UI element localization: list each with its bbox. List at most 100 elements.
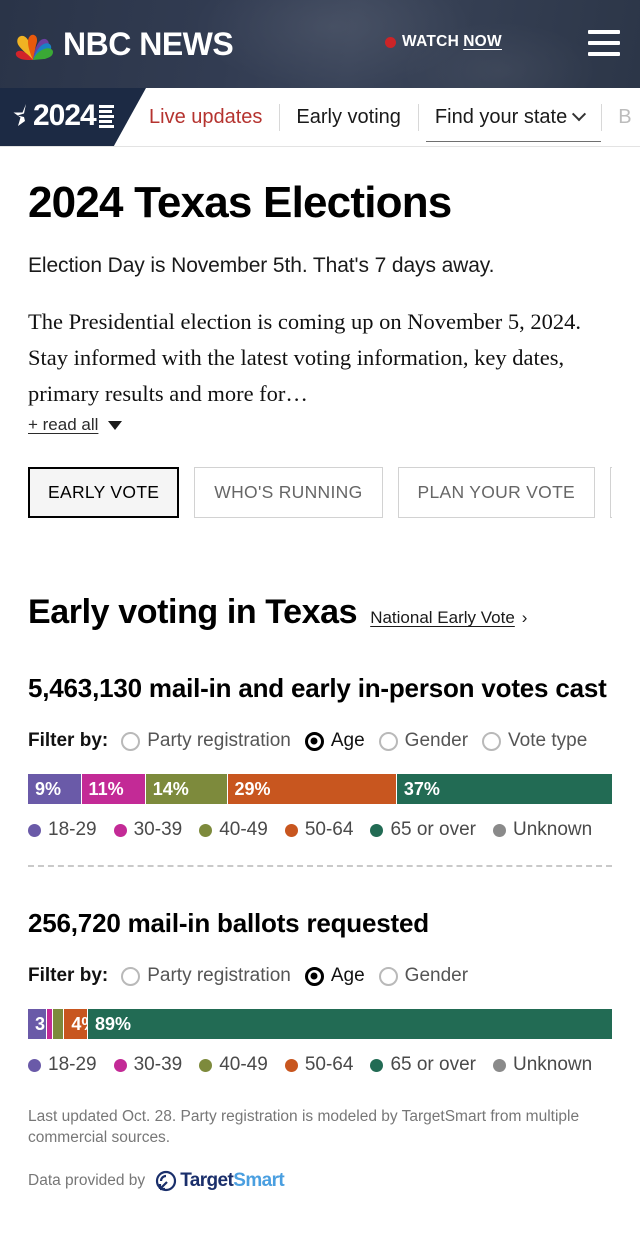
chip-plan-your-vote[interactable]: PLAN YOUR VOTE xyxy=(397,467,596,519)
bar-segment-18-29[interactable]: 9% xyxy=(28,774,81,805)
radio-icon xyxy=(378,731,398,751)
radio-age[interactable]: Age xyxy=(304,730,365,752)
year-label: 2024 xyxy=(33,99,97,132)
nav-item-label: Find your state xyxy=(434,105,568,128)
legend-dot-icon xyxy=(199,1058,213,1072)
nav-item-live-updates[interactable]: Live updates xyxy=(132,88,279,146)
legend-label: Unknown xyxy=(512,819,593,841)
ballots-requested-number: 256,720 xyxy=(28,908,121,939)
bar-segment-50-64[interactable]: 4% xyxy=(63,1009,87,1040)
legend-dot-icon xyxy=(284,1058,298,1072)
bar-segment-18-29[interactable]: 3 xyxy=(28,1009,46,1040)
hamburger-menu-icon[interactable] xyxy=(588,30,620,56)
radio-party-registration[interactable]: Party registration xyxy=(121,730,291,752)
legend-label: 30-39 xyxy=(133,1054,183,1076)
bar-segment-label: 37% xyxy=(403,778,440,799)
legend-item-unknown[interactable]: Unknown xyxy=(492,819,593,841)
bar-segment-50-64[interactable]: 29% xyxy=(226,774,396,805)
caret-down-icon xyxy=(108,420,123,430)
chip-whos-running[interactable]: WHO'S RUNNING xyxy=(194,467,383,519)
legend-votes-cast: 18-29 30-39 40-49 50-64 65 or over Unknown xyxy=(28,819,612,841)
filter-by-label: Filter by: xyxy=(28,730,109,752)
legend-label: 50-64 xyxy=(304,1054,354,1076)
legend-item-50-64[interactable]: 50-64 xyxy=(284,819,354,841)
nbc-news-logo[interactable]: NBC NEWS xyxy=(14,26,234,63)
now-link[interactable]: NOW xyxy=(463,33,502,50)
bar-segment-40-49[interactable]: 14% xyxy=(144,774,227,805)
legend-item-40-49[interactable]: 40-49 xyxy=(199,819,268,841)
stacked-bar-votes-cast: 9% 11% 14% 29% 37% xyxy=(28,774,612,805)
legend-item-unknown[interactable]: Unknown xyxy=(492,1054,592,1076)
page-title: 2024 Texas Elections xyxy=(28,178,452,227)
hamburger-line xyxy=(588,30,620,34)
chevron-right-icon: › xyxy=(521,608,528,628)
legend-label: 65 or over xyxy=(390,1054,476,1076)
radio-vote-type[interactable]: Vote type xyxy=(482,730,587,752)
targetsmart-logo[interactable]: TargetSmart xyxy=(155,1170,285,1192)
legend-dot-icon xyxy=(492,1058,506,1072)
election-day-countdown: Election Day is November 5th. That's 7 d… xyxy=(28,254,495,278)
bar-segment-65-or-over[interactable]: 89% xyxy=(86,1009,612,1040)
nbc-news-header: NBC NEWS WATCH NOW xyxy=(0,0,640,88)
legend-item-18-29[interactable]: 18-29 xyxy=(28,1054,97,1076)
legend-item-50-64[interactable]: 50-64 xyxy=(284,1054,354,1076)
radio-icon xyxy=(482,731,502,751)
watch-now-button[interactable]: WATCH NOW xyxy=(385,33,502,51)
nav-item-list: Live updates Early voting Find your stat… xyxy=(132,88,640,146)
legend-item-40-49[interactable]: 40-49 xyxy=(199,1054,268,1076)
legend-label: 65 or over xyxy=(390,819,476,841)
national-early-vote-link[interactable]: National Early Vote xyxy=(370,608,515,628)
legend-item-30-39[interactable]: 30-39 xyxy=(113,819,183,841)
flag-stripes-icon xyxy=(98,105,114,128)
legend-label: 30-39 xyxy=(133,819,183,841)
chip-early-vote[interactable]: EARLY VOTE xyxy=(28,467,180,519)
nbc-peacock-icon xyxy=(15,34,53,60)
radio-gender[interactable]: Gender xyxy=(378,730,468,752)
legend-item-18-29[interactable]: 18-29 xyxy=(28,819,97,841)
chip-label: EARLY VOTE xyxy=(48,482,160,503)
bar-segment-label: 4% xyxy=(71,1013,87,1034)
chip-current-results[interactable]: CURR xyxy=(610,467,612,519)
bar-segment-30-39[interactable]: 11% xyxy=(80,774,145,805)
votes-cast-stat: 5,463,130 mail-in and early in-person vo… xyxy=(28,673,612,704)
legend-dot-icon xyxy=(199,823,213,837)
legend-dot-icon xyxy=(113,823,127,837)
legend-item-30-39[interactable]: 30-39 xyxy=(113,1054,183,1076)
nav-item-early-voting[interactable]: Early voting xyxy=(279,88,418,146)
stacked-bar-ballots-requested: 3 4% 89% xyxy=(28,1009,612,1040)
nav-item-overflow[interactable]: B xyxy=(601,88,640,146)
radio-icon-selected xyxy=(304,966,324,986)
data-source-note: Last updated Oct. 28. Party registration… xyxy=(28,1108,580,1147)
intro-paragraph: The Presidential election is coming up o… xyxy=(28,309,582,407)
radio-label: Party registration xyxy=(147,730,291,752)
decision-2024-badge[interactable]: 2024 xyxy=(0,88,146,146)
votes-cast-number: 5,463,130 xyxy=(28,673,142,704)
ballots-requested-text: mail-in ballots requested xyxy=(127,908,429,939)
bar-segment-40-49[interactable] xyxy=(51,1009,64,1040)
radio-label: Age xyxy=(330,965,365,987)
bar-segment-label: 11% xyxy=(88,778,124,799)
radio-label: Age xyxy=(330,730,365,752)
radio-label: Gender xyxy=(404,965,469,987)
watch-now-label: WATCH NOW xyxy=(402,33,502,51)
radio-icon xyxy=(378,966,398,986)
filter-row-votes-cast: Filter by: Party registration Age Gender… xyxy=(28,730,612,752)
nav-item-label: Live updates xyxy=(149,105,263,128)
legend-label: 50-64 xyxy=(304,819,354,841)
radio-icon xyxy=(121,966,141,986)
live-indicator-dot xyxy=(385,36,396,48)
legend-item-65-or-over[interactable]: 65 or over xyxy=(370,819,476,841)
bar-segment-label: 14% xyxy=(152,778,189,799)
bar-segment-65-or-over[interactable]: 37% xyxy=(395,774,612,805)
read-all-toggle[interactable]: + read all xyxy=(28,415,612,435)
radio-party-registration[interactable]: Party registration xyxy=(121,965,291,987)
nav-item-find-your-state[interactable]: Find your state xyxy=(417,88,602,146)
chip-label: WHO'S RUNNING xyxy=(214,482,363,503)
radio-icon xyxy=(121,731,141,751)
radio-age[interactable]: Age xyxy=(304,965,365,987)
legend-item-65-or-over[interactable]: 65 or over xyxy=(370,1054,476,1076)
bar-segment-label: 3 xyxy=(35,1013,46,1034)
radio-gender[interactable]: Gender xyxy=(378,965,469,987)
chevron-down-icon xyxy=(572,107,587,122)
radio-label: Vote type xyxy=(508,730,588,752)
